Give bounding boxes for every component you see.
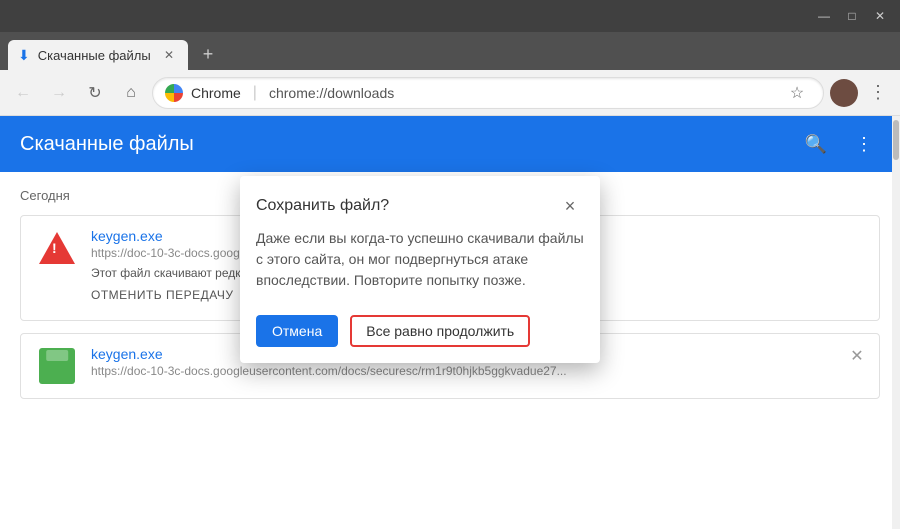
address-url: chrome://downloads — [269, 85, 394, 101]
close-window-button[interactable]: ✕ — [868, 4, 892, 28]
home-button[interactable]: ⌂ — [116, 78, 146, 108]
forward-button[interactable]: → — [44, 78, 74, 108]
dialog-overlay: Сохранить файл? × Даже если вы когда-то … — [0, 116, 900, 529]
dialog-title: Сохранить файл? — [256, 197, 389, 215]
tab-bar: ⬇ Скачанные файлы ✕ + — [0, 32, 900, 70]
tab-title: Скачанные файлы — [38, 48, 152, 63]
address-separator: | — [253, 84, 257, 102]
tab-close-button[interactable]: ✕ — [160, 46, 178, 64]
dialog-actions: Отмена Все равно продолжить — [240, 307, 600, 363]
new-tab-button[interactable]: + — [194, 40, 222, 68]
profile-avatar[interactable] — [830, 79, 858, 107]
browser-menu-button[interactable]: ⋮ — [864, 79, 892, 107]
back-button[interactable]: ← — [8, 78, 38, 108]
dialog-close-button[interactable]: × — [556, 192, 584, 220]
title-bar: — □ ✕ — [0, 0, 900, 32]
address-bar-area: ← → ↻ ⌂ Chrome | chrome://downloads ☆ ⋮ — [0, 70, 900, 116]
save-file-dialog: Сохранить файл? × Даже если вы когда-то … — [240, 176, 600, 363]
chrome-logo-icon — [165, 84, 183, 102]
maximize-button[interactable]: □ — [840, 4, 864, 28]
dialog-cancel-button[interactable]: Отмена — [256, 315, 338, 347]
brand-name: Chrome — [191, 85, 241, 101]
page-content: Скачанные файлы 🔍 ⋮ Сегодня keygen.exe h… — [0, 116, 900, 529]
title-bar-controls: — □ ✕ — [812, 4, 892, 28]
dialog-body: Даже если вы когда-то успешно скачивали … — [240, 228, 600, 307]
dialog-header: Сохранить файл? × — [240, 176, 600, 228]
reload-button[interactable]: ↻ — [80, 78, 110, 108]
bookmark-button[interactable]: ☆ — [783, 79, 811, 107]
address-bar[interactable]: Chrome | chrome://downloads ☆ — [152, 77, 824, 109]
minimize-button[interactable]: — — [812, 4, 836, 28]
dialog-continue-button[interactable]: Все равно продолжить — [350, 315, 530, 347]
download-tab-icon: ⬇ — [18, 47, 30, 64]
tab-downloads[interactable]: ⬇ Скачанные файлы ✕ — [8, 40, 188, 70]
